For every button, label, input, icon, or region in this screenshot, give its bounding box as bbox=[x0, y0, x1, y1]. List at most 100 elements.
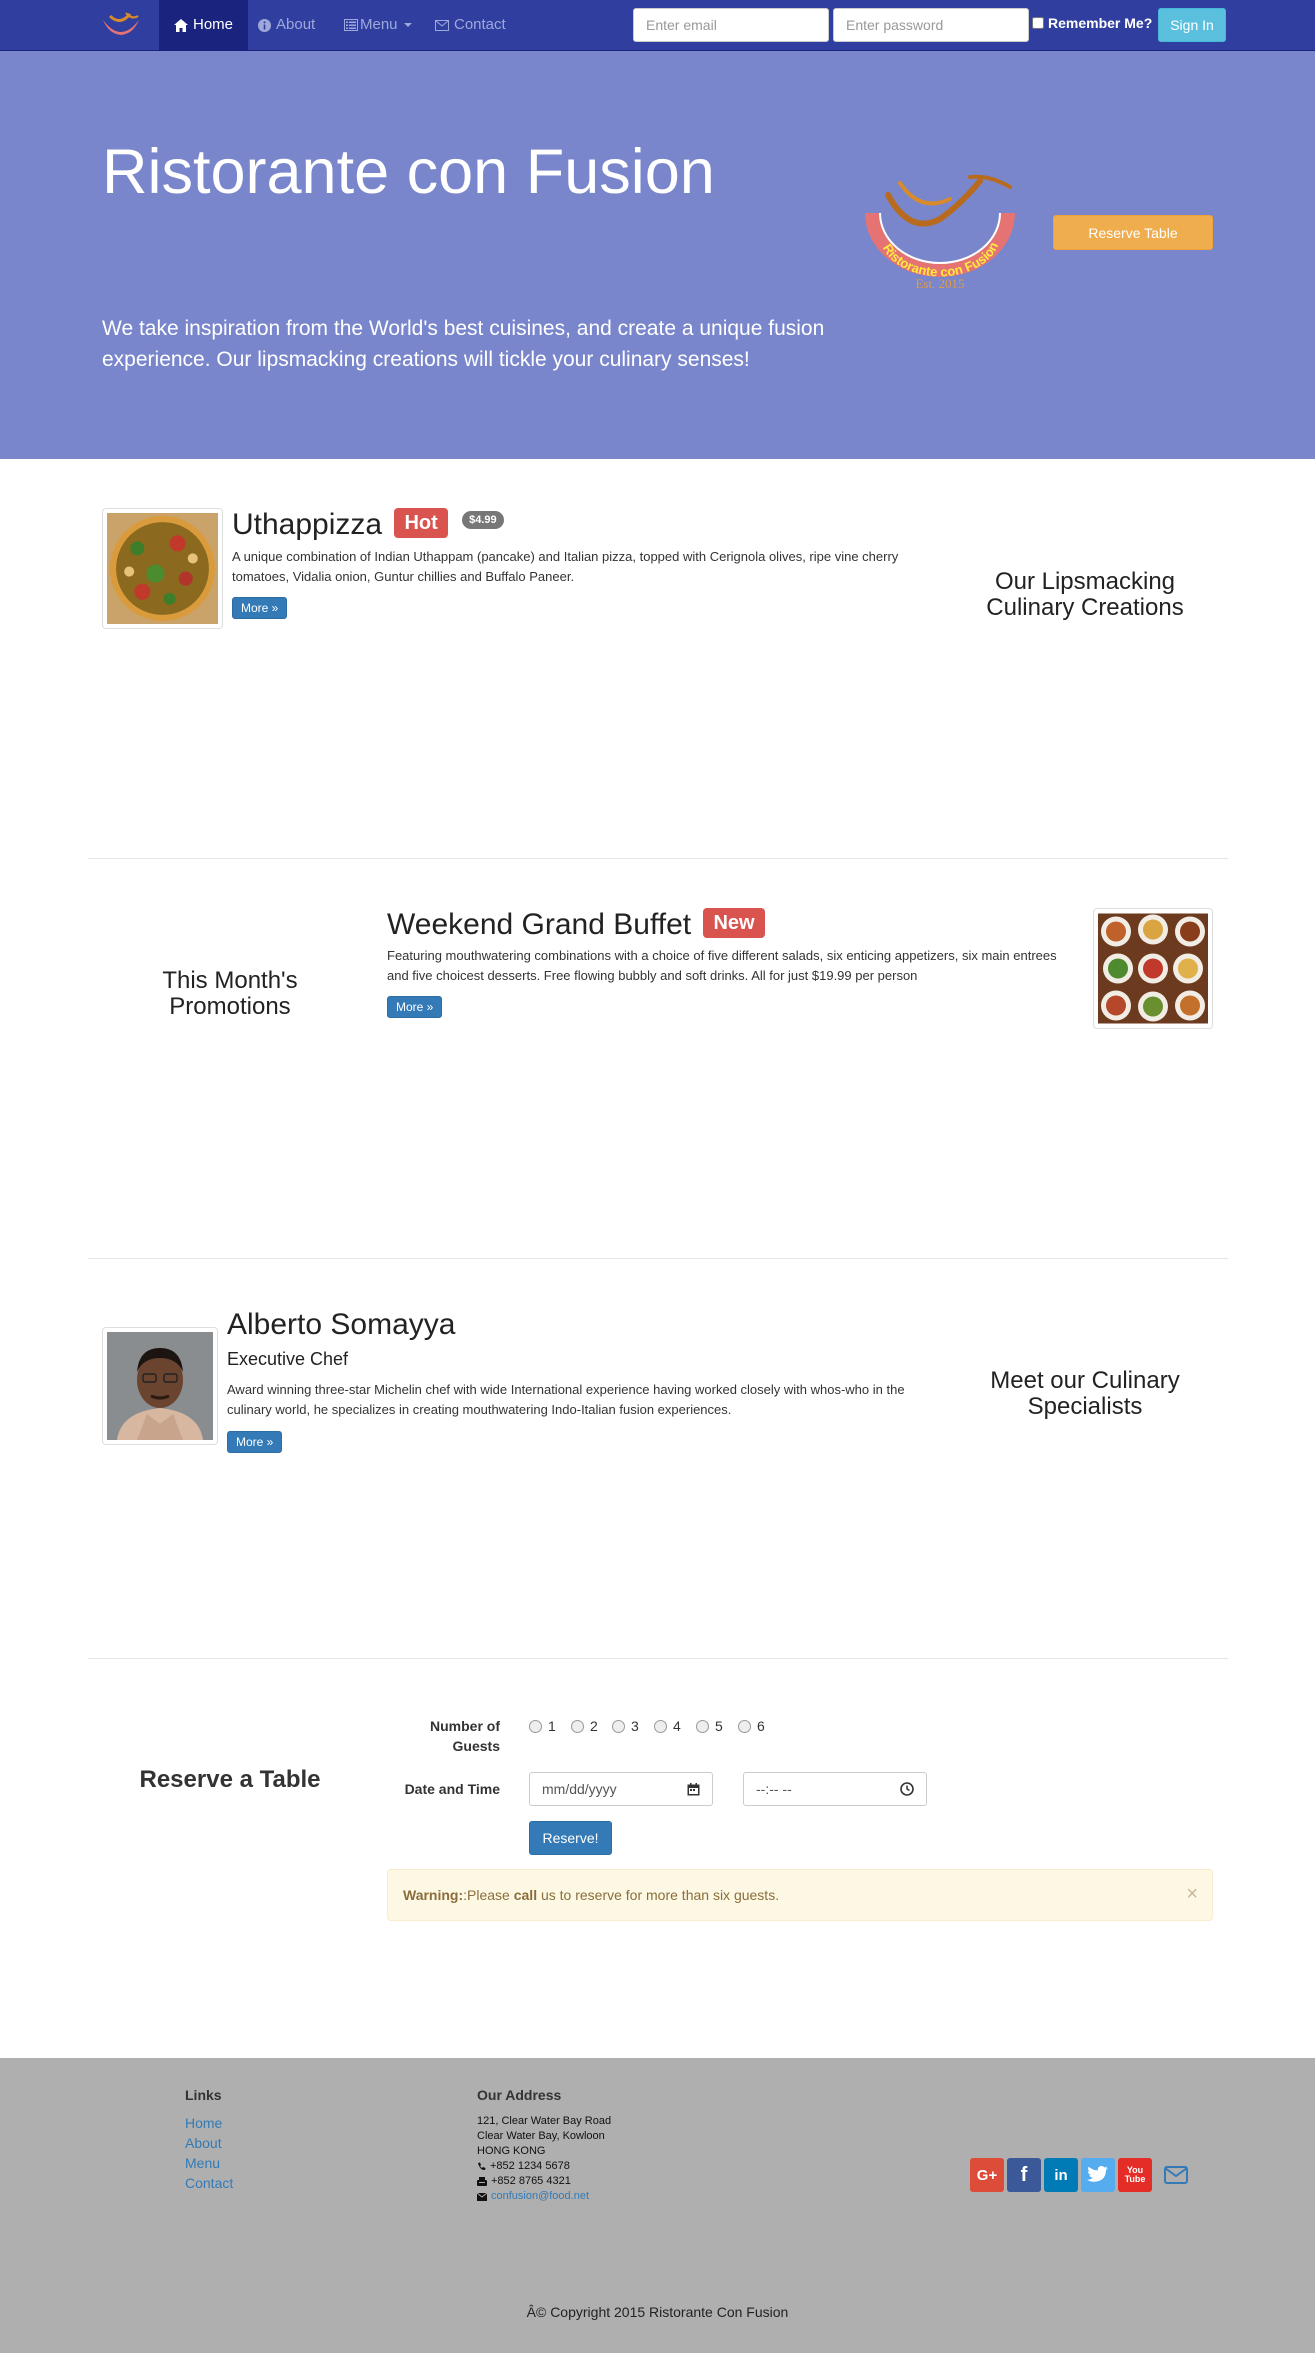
sign-in-button[interactable]: Sign In bbox=[1158, 8, 1226, 42]
footer-link-menu[interactable]: Menu bbox=[185, 2155, 220, 2171]
phone-number: +852 1234 5678 bbox=[490, 2160, 570, 2172]
guest-option-3[interactable]: 3 bbox=[612, 1718, 639, 1734]
footer-address-heading: Our Address bbox=[477, 2087, 562, 2103]
close-icon[interactable]: × bbox=[1186, 1870, 1198, 1918]
envelope-icon bbox=[477, 2192, 487, 2201]
divider bbox=[88, 1658, 1228, 1659]
jumbotron-text: We take inspiration from the World's bes… bbox=[102, 317, 825, 371]
promotion-section-heading: This Month's Promotions bbox=[162, 967, 298, 1020]
mail-icon[interactable] bbox=[1159, 2158, 1193, 2192]
email-link[interactable]: confusion@food.net bbox=[491, 2189, 589, 2204]
nav-about[interactable]: About bbox=[243, 0, 330, 50]
fax-number: +852 8765 4321 bbox=[491, 2175, 571, 2187]
guest-option-label: 4 bbox=[673, 1718, 681, 1734]
caret-down-icon bbox=[403, 23, 412, 27]
warning-text-pre: :Please bbox=[463, 1887, 514, 1903]
guest-option-2[interactable]: 2 bbox=[571, 1718, 598, 1734]
list-icon bbox=[344, 19, 358, 31]
jumbotron: Ristorante con Fusion We take inspiratio… bbox=[0, 51, 1315, 459]
nav-home-label: Home bbox=[193, 16, 234, 33]
guests-label: Number of Guests bbox=[430, 1718, 500, 1754]
address-line: 121, Clear Water Bay Road bbox=[477, 2115, 612, 2127]
linkedin-icon[interactable]: in bbox=[1044, 2158, 1078, 2192]
restaurant-logo: Ristorante con Fusion Est. 2015 bbox=[865, 174, 1015, 291]
promotion-name: Weekend Grand Buffet bbox=[387, 908, 692, 941]
guest-option-label: 3 bbox=[631, 1718, 639, 1734]
dish-description: A unique combination of Indian Uthappam … bbox=[232, 549, 899, 584]
dish-heading: Uthappizza Hot $4.99 bbox=[232, 508, 504, 541]
calendar-icon[interactable] bbox=[687, 1782, 700, 1796]
remember-checkbox[interactable] bbox=[1032, 17, 1044, 29]
google-plus-icon[interactable]: G+ bbox=[970, 2158, 1004, 2192]
guest-option-label: 1 bbox=[548, 1718, 556, 1734]
dish-thumbnail[interactable] bbox=[102, 508, 223, 629]
password-input[interactable] bbox=[833, 8, 1029, 42]
jumbotron-title: Ristorante con Fusion bbox=[102, 137, 715, 207]
fax-icon bbox=[477, 2177, 487, 2186]
nav-menu[interactable]: Menu bbox=[329, 0, 428, 50]
nav-menu-label: Menu bbox=[360, 16, 398, 33]
date-input[interactable]: mm/dd/yyyy bbox=[529, 1772, 713, 1806]
remember-me[interactable]: Remember Me? bbox=[1032, 15, 1152, 31]
reserve-submit-button[interactable]: Reserve! bbox=[529, 1821, 612, 1855]
warning-alert: Warning::Please call us to reserve for m… bbox=[387, 1869, 1213, 1921]
clock-icon[interactable] bbox=[900, 1782, 914, 1796]
dish-section-heading: Our Lipsmacking Culinary Creations bbox=[986, 568, 1184, 621]
twitter-icon[interactable] bbox=[1081, 2158, 1115, 2192]
nav-home[interactable]: Home bbox=[159, 0, 249, 50]
phone-icon bbox=[478, 2162, 486, 2171]
footer-links-heading: Links bbox=[185, 2087, 222, 2103]
youtube-icon[interactable]: You Tube bbox=[1118, 2158, 1152, 2192]
envelope-outline-icon bbox=[1164, 2166, 1188, 2184]
warning-call: call bbox=[513, 1887, 538, 1903]
logo-text: Ristorante con Fusion bbox=[880, 240, 1001, 280]
nav-contact-label: Contact bbox=[454, 16, 506, 33]
twitter-bird-icon bbox=[1087, 2166, 1108, 2182]
divider bbox=[88, 1258, 1228, 1259]
info-icon bbox=[258, 18, 271, 32]
divider bbox=[88, 858, 1228, 859]
guest-option-5[interactable]: 5 bbox=[696, 1718, 723, 1734]
guest-option-label: 5 bbox=[715, 1718, 723, 1734]
nav-contact[interactable]: Contact bbox=[420, 0, 521, 50]
buffet-image bbox=[1098, 913, 1208, 1024]
guest-option-label: 6 bbox=[757, 1718, 765, 1734]
svg-text:Ristorante con Fusion: Ristorante con Fusion bbox=[880, 240, 1001, 280]
new-label: New bbox=[703, 908, 765, 939]
promotion-more-button[interactable]: More » bbox=[387, 996, 443, 1018]
leader-thumbnail[interactable] bbox=[102, 1327, 218, 1445]
email-input[interactable] bbox=[633, 8, 829, 42]
reserve-table-button[interactable]: Reserve Table bbox=[1053, 215, 1213, 250]
facebook-icon[interactable]: f bbox=[1007, 2158, 1041, 2192]
price-badge: $4.99 bbox=[462, 511, 504, 530]
home-icon bbox=[174, 18, 188, 32]
guest-option-1[interactable]: 1 bbox=[529, 1718, 556, 1734]
guest-option-4[interactable]: 4 bbox=[654, 1718, 681, 1734]
warning-strong: Warning: bbox=[403, 1887, 464, 1903]
promotion-description: Featuring mouthwatering combinations wit… bbox=[387, 948, 1057, 983]
promotion-heading: Weekend Grand Buffet New bbox=[387, 908, 765, 941]
footer-link-home[interactable]: Home bbox=[185, 2115, 222, 2131]
guest-option-6[interactable]: 6 bbox=[738, 1718, 765, 1734]
leader-more-button[interactable]: More » bbox=[227, 1431, 283, 1453]
time-input[interactable]: --:-- -- bbox=[743, 1772, 927, 1806]
address-fax: +852 8765 4321 bbox=[477, 2174, 571, 2189]
navbar: Home About Menu Contact Remember Me? Sig… bbox=[0, 0, 1315, 51]
address-line: Clear Water Bay, Kowloon bbox=[477, 2130, 605, 2142]
promotion-thumbnail[interactable] bbox=[1093, 908, 1213, 1029]
chef-photo bbox=[107, 1332, 213, 1440]
warning-text-post: us to reserve for more than six guests. bbox=[537, 1887, 780, 1903]
address-email: confusion@food.net bbox=[477, 2189, 589, 2204]
date-placeholder: mm/dd/yyyy bbox=[542, 1781, 617, 1797]
leader-designation: Executive Chef bbox=[227, 1349, 349, 1369]
leader-section-heading: Meet our Culinary Specialists bbox=[990, 1367, 1180, 1420]
footer-link-contact[interactable]: Contact bbox=[185, 2175, 233, 2191]
copyright: Â© Copyright 2015 Ristorante Con Fusion bbox=[526, 2304, 789, 2320]
address-phone: +852 1234 5678 bbox=[477, 2159, 570, 2174]
dish-more-button[interactable]: More » bbox=[232, 597, 288, 619]
leader-description: Award winning three-star Michelin chef w… bbox=[227, 1382, 905, 1417]
footer-link-about[interactable]: About bbox=[185, 2135, 222, 2151]
pizza-image bbox=[107, 513, 218, 624]
brand-logo[interactable] bbox=[100, 10, 142, 40]
reserve-heading: Reserve a Table bbox=[139, 1766, 321, 1793]
